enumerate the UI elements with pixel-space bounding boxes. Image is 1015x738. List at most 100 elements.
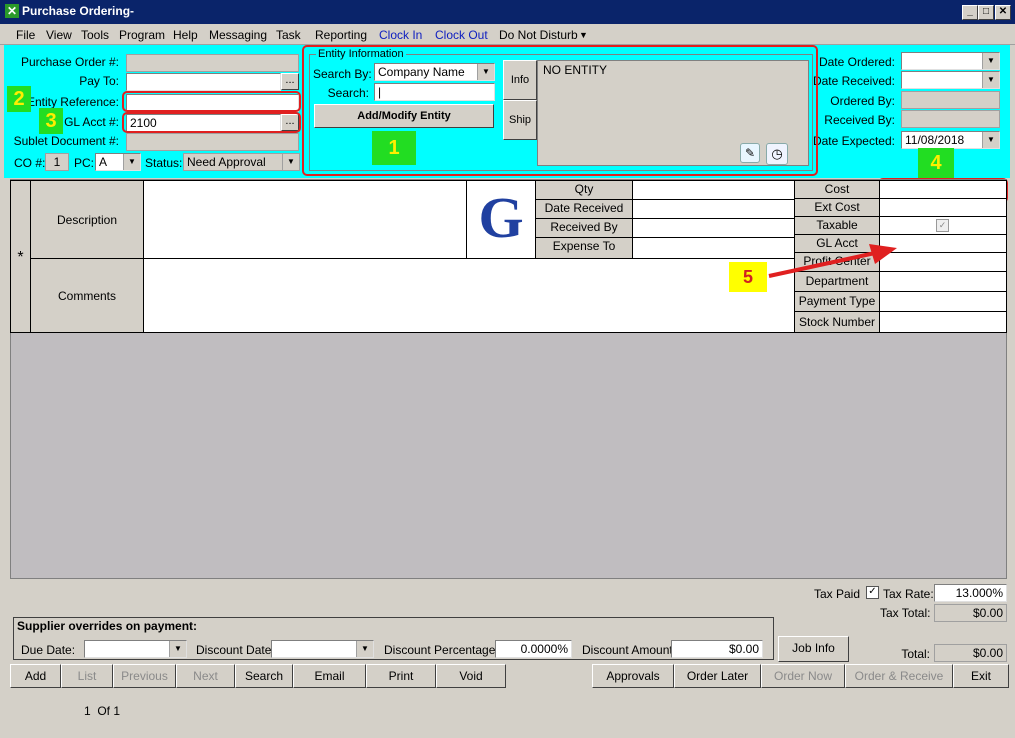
total-label: Total: (901, 647, 930, 661)
payment-type-field[interactable] (879, 291, 1007, 312)
stock-number-field[interactable] (879, 311, 1007, 333)
annotation-label-5: 5 (729, 262, 767, 292)
menu-bar: File View Tools Program Help Messaging T… (0, 24, 1015, 45)
pc-select[interactable]: A ▼ (95, 153, 141, 171)
supplier-overrides-title: Supplier overrides on payment: (17, 619, 198, 633)
add-button[interactable]: Add (10, 664, 61, 688)
date-ordered-select[interactable]: ▼ (901, 52, 1000, 70)
chevron-down-icon[interactable]: ▼ (982, 53, 999, 69)
description-label: Description (30, 180, 144, 259)
po-label: Purchase Order #: (20, 55, 119, 69)
annotation-label-3: 3 (39, 108, 63, 134)
chevron-down-icon[interactable]: ▼ (282, 154, 299, 170)
pc-label: PC: (74, 156, 95, 170)
menu-do-not-disturb[interactable]: Do Not Disturb (499, 28, 578, 42)
date-received-grid-field[interactable] (632, 199, 795, 219)
status-label: Status: (145, 156, 183, 170)
date-received-select[interactable]: ▼ (901, 71, 1000, 89)
approvals-button[interactable]: Approvals (592, 664, 674, 688)
received-by-field (901, 110, 1000, 128)
menu-task[interactable]: Task (276, 28, 301, 42)
menu-program[interactable]: Program (119, 28, 165, 42)
co-field: 1 (45, 153, 69, 171)
email-button[interactable]: Email (293, 664, 366, 688)
cost-label: Cost (794, 180, 880, 199)
stock-number-label: Stock Number (794, 311, 880, 333)
due-date-label: Due Date: (21, 643, 76, 657)
description-field[interactable] (143, 180, 467, 259)
date-received-label: Date Received: (812, 74, 895, 88)
sublet-document-field (126, 133, 299, 151)
date-expected-label: Date Expected: (812, 134, 895, 148)
ext-cost-field (879, 198, 1007, 217)
menu-messaging[interactable]: Messaging (209, 28, 267, 42)
annotation-arrow-icon (768, 244, 897, 278)
received-by-label: Received By: (824, 113, 895, 127)
date-ordered-label: Date Ordered: (818, 55, 895, 69)
job-info-button[interactable]: Job Info (778, 636, 849, 662)
ordered-by-label: Ordered By: (830, 94, 895, 108)
exit-button[interactable]: Exit (953, 664, 1009, 688)
menu-clock-out[interactable]: Clock Out (435, 28, 488, 42)
payment-type-label: Payment Type (794, 291, 880, 312)
chevron-down-icon[interactable]: ▼ (123, 154, 140, 170)
print-button[interactable]: Print (366, 664, 436, 688)
menu-tools[interactable]: Tools (81, 28, 109, 42)
taxable-cell: ✓ (879, 216, 1007, 235)
discount-percentage-label: Discount Percentage: (384, 643, 499, 657)
comments-field[interactable] (143, 258, 795, 333)
status-select[interactable]: Need Approval ▼ (183, 153, 300, 171)
logo-image: G (466, 180, 536, 259)
order-later-button[interactable]: Order Later (674, 664, 761, 688)
next-button[interactable]: Next (176, 664, 235, 688)
menu-overflow-arrow[interactable]: ▼ (579, 30, 588, 40)
list-button[interactable]: List (61, 664, 113, 688)
menu-view[interactable]: View (46, 28, 72, 42)
date-received-grid-label: Date Received (535, 199, 633, 219)
menu-help[interactable]: Help (173, 28, 198, 42)
close-button[interactable]: ✕ (995, 5, 1011, 20)
minimize-button[interactable]: _ (962, 5, 978, 20)
tax-total-field: $0.00 (934, 604, 1007, 622)
chevron-down-icon[interactable]: ▼ (982, 72, 999, 88)
tax-paid-label: Tax Paid (814, 587, 861, 601)
annotation-label-4: 4 (918, 148, 954, 178)
order-now-button[interactable]: Order Now (761, 664, 845, 688)
co-label: CO #: (14, 156, 46, 170)
discount-percentage-field[interactable]: 0.0000% (495, 640, 572, 658)
void-button[interactable]: Void (436, 664, 506, 688)
pay-to-lookup-button[interactable]: ... (281, 73, 299, 90)
pc-select-value: A (99, 155, 108, 169)
cost-field[interactable] (879, 180, 1007, 199)
status-select-value: Need Approval (187, 155, 266, 169)
window-title: Purchase Ordering- (22, 4, 135, 18)
discount-date-select[interactable]: ▼ (271, 640, 374, 658)
due-date-select[interactable]: ▼ (84, 640, 187, 658)
menu-reporting[interactable]: Reporting (315, 28, 367, 42)
discount-amount-field[interactable]: $0.00 (671, 640, 763, 658)
maximize-button[interactable]: □ (978, 5, 994, 20)
chevron-down-icon[interactable]: ▼ (169, 641, 186, 657)
qty-field[interactable] (632, 180, 795, 200)
menu-file[interactable]: File (16, 28, 35, 42)
tax-paid-checkbox[interactable]: ✓ (866, 586, 879, 599)
sublet-document-label: Sublet Document #: (13, 134, 119, 148)
total-field: $0.00 (934, 644, 1007, 662)
menu-clock-in[interactable]: Clock In (379, 28, 422, 42)
expense-to-label: Expense To (535, 237, 633, 259)
date-expected-select[interactable]: 11/08/2018 ▼ (901, 131, 1000, 149)
pay-to-field[interactable] (126, 73, 281, 91)
ordered-by-field (901, 91, 1000, 109)
chevron-down-icon[interactable]: ▼ (356, 641, 373, 657)
received-by-grid-field[interactable] (632, 218, 795, 238)
search-button[interactable]: Search (235, 664, 293, 688)
order-receive-button[interactable]: Order & Receive (845, 664, 953, 688)
annotation-box-3 (122, 112, 301, 133)
title-bar: ✕ Purchase Ordering- _ □ ✕ (0, 0, 1015, 24)
tax-rate-field[interactable]: 13.000% (934, 584, 1007, 602)
received-by-grid-label: Received By (535, 218, 633, 238)
row-marker[interactable]: * (10, 180, 31, 333)
chevron-down-icon[interactable]: ▼ (982, 132, 999, 148)
taxable-checkbox[interactable]: ✓ (936, 219, 949, 232)
previous-button[interactable]: Previous (113, 664, 176, 688)
